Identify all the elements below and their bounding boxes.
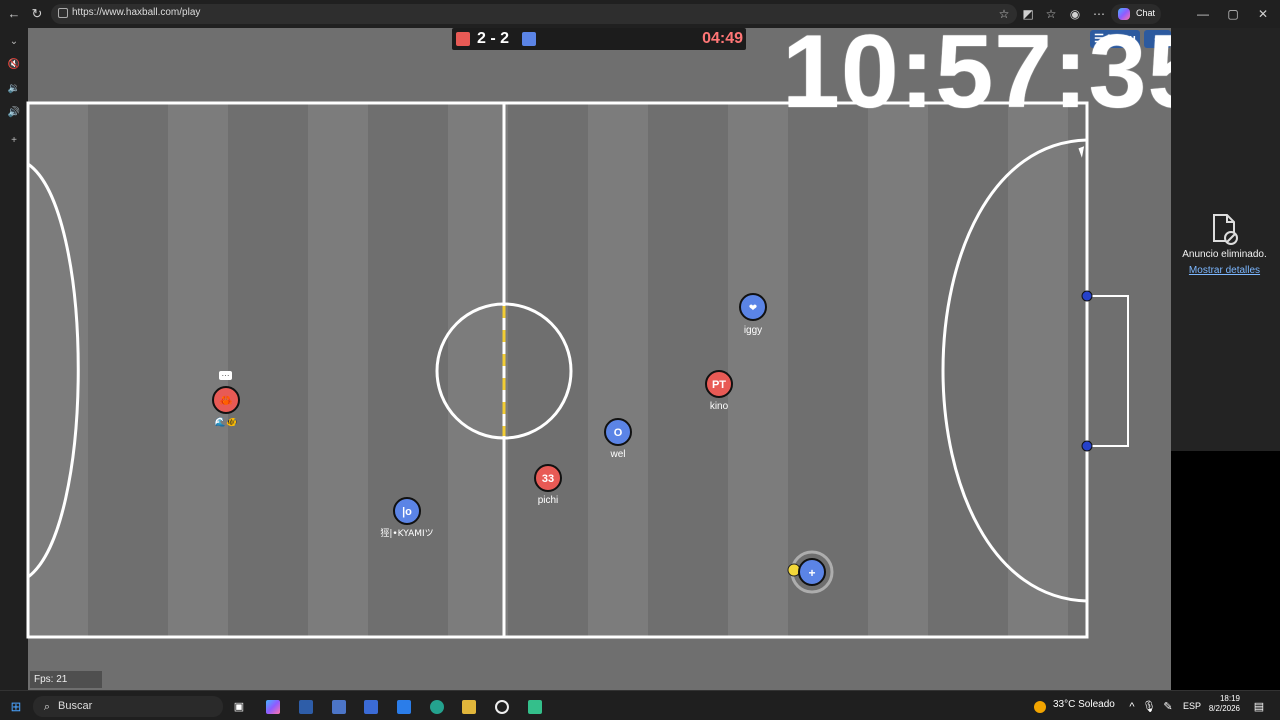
ad-removed-text: Anuncio eliminado. — [1182, 249, 1267, 260]
task-view-icon[interactable]: ▣ — [232, 700, 246, 714]
pen-icon[interactable]: ✎ — [1161, 700, 1175, 714]
search-icon: ⌕ — [43, 701, 51, 713]
notification-icon[interactable]: ▤ — [1252, 700, 1266, 714]
black-panel — [1171, 451, 1280, 690]
chevron-up-icon[interactable]: ^ — [1125, 700, 1139, 714]
right-goal — [1087, 295, 1129, 447]
folder-icon[interactable] — [462, 700, 476, 714]
search-placeholder: Buscar — [58, 700, 93, 712]
system-date: 8/2/2026 — [1208, 704, 1240, 713]
show-details-link[interactable]: Mostrar detalles — [1174, 265, 1275, 276]
document-blocked-icon — [1213, 214, 1238, 245]
app-icon-1[interactable] — [299, 700, 313, 714]
store-icon[interactable] — [364, 700, 378, 714]
windows-taskbar: ⊞ ⌕ Buscar ▣ 33°C Soleado ^ 🎙 ✎ ESP 18:1… — [0, 690, 1280, 720]
system-clock[interactable]: 18:19 8/2/2026 — [1206, 694, 1240, 714]
game-icon[interactable] — [528, 700, 542, 714]
recording-icon[interactable] — [495, 700, 509, 714]
taskbar-search[interactable]: ⌕ Buscar — [33, 696, 223, 717]
goal-post-bottom — [1081, 440, 1093, 452]
match-timer: 04:49 — [702, 30, 743, 47]
scoreboard: 2 - 2 04:49 — [452, 28, 746, 50]
red-team-color — [456, 32, 470, 46]
ball — [787, 563, 801, 577]
copilot-app-icon[interactable] — [266, 700, 280, 714]
weather-text[interactable]: 33°C Soleado — [1053, 699, 1115, 710]
sun-icon — [1034, 701, 1046, 713]
score-text: 2 - 2 — [477, 30, 510, 47]
windows-start-icon[interactable]: ⊞ — [9, 700, 23, 714]
language-indicator[interactable]: ESP — [1183, 701, 1201, 711]
edge-icon[interactable] — [430, 700, 444, 714]
goal-post-top — [1081, 290, 1093, 302]
blue-team-color — [522, 32, 536, 46]
system-time: 18:19 — [1219, 694, 1240, 703]
mail-icon[interactable] — [397, 700, 411, 714]
app-icon-2[interactable] — [332, 700, 346, 714]
microphone-icon[interactable]: 🎙 — [1142, 700, 1156, 714]
fps-counter: Fps: 21 — [30, 671, 102, 688]
